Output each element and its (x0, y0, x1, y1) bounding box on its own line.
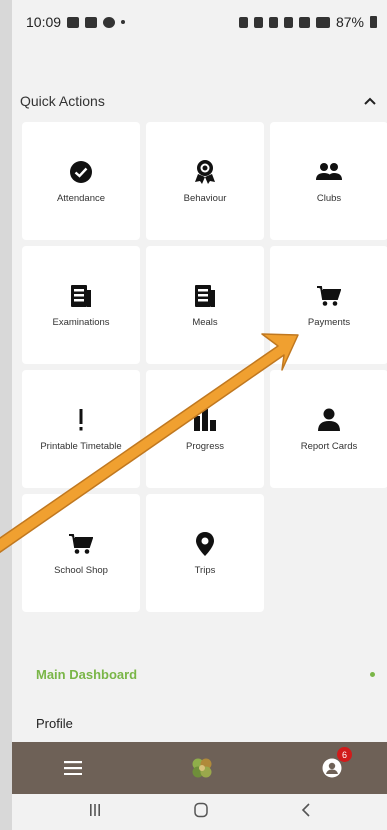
tile-meals[interactable]: Meals (146, 246, 264, 364)
tile-label: Trips (194, 564, 216, 576)
document-icon (192, 283, 218, 309)
mute-icon (283, 16, 293, 28)
tile-label: Attendance (56, 192, 106, 204)
gallery-icon (67, 16, 80, 28)
menu-label: Main Dashboard (36, 666, 138, 682)
account-button[interactable]: 6 (322, 747, 352, 778)
home-icon[interactable] (193, 802, 209, 823)
document-icon (68, 283, 94, 309)
nfc-icon (253, 16, 263, 28)
app-logo-icon[interactable] (190, 756, 214, 780)
back-icon[interactable] (300, 802, 312, 823)
status-time: 10:09 (26, 14, 62, 30)
tile-label: Report Cards (300, 440, 358, 452)
location-pin-icon (192, 531, 218, 557)
signal-icon (315, 16, 330, 28)
tile-payments[interactable]: Payments (270, 246, 387, 364)
exclamation-icon (68, 407, 94, 433)
tile-label: Clubs (316, 192, 342, 204)
collapse-chevron-up-icon[interactable] (361, 92, 379, 110)
tile-label: Meals (192, 316, 218, 328)
account-icon (322, 758, 342, 778)
android-nav-bar (12, 794, 387, 830)
section-title: Quick Actions (20, 93, 105, 109)
recent-apps-icon[interactable] (88, 803, 102, 822)
menu-label: Profile (36, 715, 73, 731)
battery-percent: 87% (335, 14, 364, 30)
tile-label: Progress (185, 440, 224, 452)
award-ribbon-icon (192, 159, 218, 185)
notification-badge: 6 (337, 747, 352, 762)
tile-label: Payments (307, 316, 351, 328)
tile-attendance[interactable]: Attendance (22, 122, 140, 240)
battery-icon (370, 16, 377, 28)
message-icon (85, 16, 98, 28)
tile-trips[interactable]: Trips (146, 494, 264, 612)
more-dot-icon (121, 20, 126, 24)
tile-label: School Shop (54, 564, 108, 576)
status-bar: 10:09 87% (12, 0, 387, 44)
sync-icon (103, 16, 116, 28)
tile-progress[interactable]: Progress (146, 370, 264, 488)
tile-clubs[interactable]: Clubs (270, 122, 387, 240)
person-icon (316, 407, 342, 433)
tile-label: Examinations (52, 316, 110, 328)
cart-icon (68, 531, 94, 557)
check-circle-icon (68, 159, 94, 185)
menu-item-main-dashboard[interactable]: Main Dashboard (20, 660, 379, 688)
tile-label: Printable Timetable (40, 440, 122, 452)
menu-item-profile[interactable]: Profile (20, 709, 379, 737)
phone-screen: 10:09 87% Quick Actions Attendance Behav… (12, 0, 387, 830)
bar-chart-icon (192, 407, 218, 433)
bottom-bar: 6 (12, 742, 387, 794)
active-indicator-dot (370, 671, 375, 677)
tile-behaviour[interactable]: Behaviour (146, 122, 264, 240)
wifi-icon (298, 16, 310, 28)
hamburger-menu-icon[interactable] (64, 761, 82, 775)
tile-printable-timetable[interactable]: Printable Timetable (22, 370, 140, 488)
lock-icon (238, 16, 248, 28)
quick-actions-grid: Attendance Behaviour Clubs Examinations … (22, 122, 387, 612)
group-icon (316, 159, 342, 185)
tile-examinations[interactable]: Examinations (22, 246, 140, 364)
quick-actions-header[interactable]: Quick Actions (20, 90, 379, 112)
cart-icon (316, 283, 342, 309)
tile-label: Behaviour (183, 192, 227, 204)
tile-report-cards[interactable]: Report Cards (270, 370, 387, 488)
tile-school-shop[interactable]: School Shop (22, 494, 140, 612)
alarm-icon (268, 16, 278, 28)
